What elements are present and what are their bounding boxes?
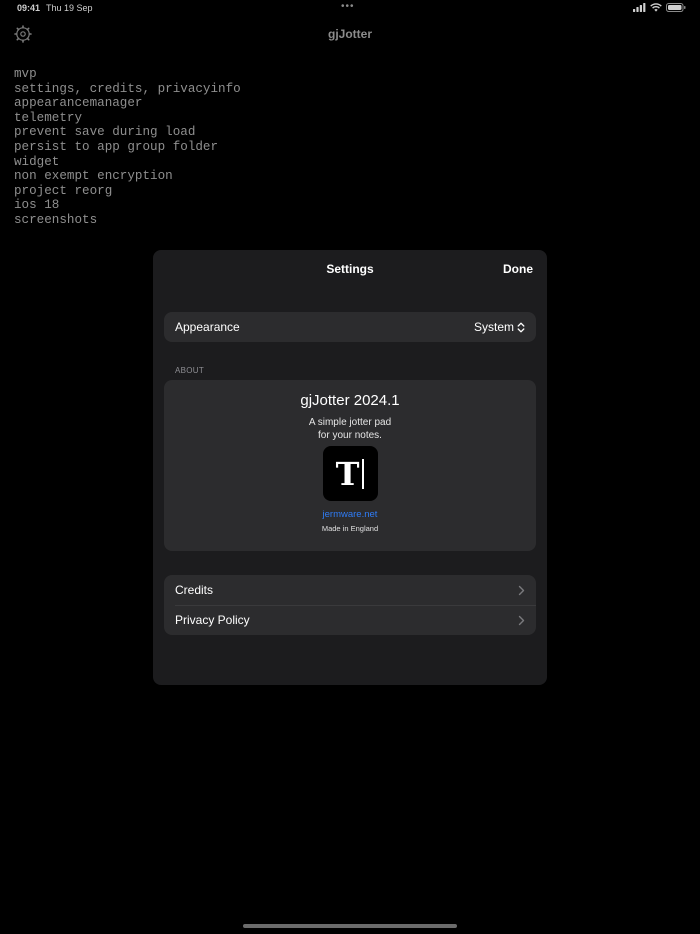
appearance-value: System bbox=[473, 320, 514, 334]
chevron-up-down-icon bbox=[517, 322, 525, 332]
about-app-name: gjJotter 2024.1 bbox=[300, 392, 400, 409]
note-line: ios 18 bbox=[14, 198, 60, 213]
note-line: appearancemanager bbox=[14, 96, 143, 111]
note-line: widget bbox=[14, 154, 60, 169]
done-button[interactable]: Done bbox=[503, 262, 533, 276]
note-line: prevent save during load bbox=[14, 125, 196, 140]
app-icon-letter: T bbox=[335, 454, 360, 493]
status-bar: 09:41 Thu 19 Sep ••• bbox=[0, 0, 700, 18]
note-text-area[interactable]: mvp settings, credits, privacyinfo appeara… bbox=[14, 67, 241, 228]
note-line: settings, credits, privacyinfo bbox=[14, 81, 241, 96]
about-section-header: ABOUT bbox=[175, 366, 205, 375]
signal-icon bbox=[633, 3, 646, 12]
app-icon-cursor bbox=[362, 458, 365, 489]
about-card: gjJotter 2024.1 A simple jotter pad for … bbox=[164, 380, 536, 551]
note-line: project reorg bbox=[14, 183, 113, 198]
note-line: mvp bbox=[14, 67, 37, 81]
credits-label: Credits bbox=[175, 583, 214, 597]
home-indicator[interactable] bbox=[243, 924, 457, 928]
status-time: 09:41 bbox=[17, 3, 41, 13]
settings-title: Settings bbox=[326, 262, 374, 276]
note-line: screenshots bbox=[14, 212, 98, 227]
app-title: gjJotter bbox=[327, 27, 372, 41]
status-icons bbox=[633, 3, 686, 12]
made-in-label: Made in England bbox=[321, 524, 379, 533]
battery-icon bbox=[666, 3, 686, 12]
website-link[interactable]: jermware.net bbox=[323, 509, 378, 520]
note-line: non exempt encryption bbox=[14, 169, 173, 184]
privacy-policy-label: Privacy Policy bbox=[175, 613, 250, 627]
credits-row[interactable]: Credits bbox=[164, 575, 536, 605]
appearance-row[interactable]: Appearance System bbox=[164, 312, 536, 342]
note-line: persist to app group folder bbox=[14, 139, 219, 154]
note-line: telemetry bbox=[14, 110, 83, 125]
status-date: Thu 19 Sep bbox=[46, 3, 93, 13]
chevron-right-icon bbox=[518, 585, 525, 595]
about-description: A simple jotter pad for your notes. bbox=[164, 416, 536, 442]
about-description-line2: for your notes. bbox=[318, 430, 382, 441]
privacy-policy-row[interactable]: Privacy Policy bbox=[164, 605, 536, 635]
wifi-icon bbox=[650, 3, 662, 12]
appearance-picker[interactable]: System bbox=[474, 320, 525, 334]
chevron-right-icon bbox=[518, 615, 525, 625]
links-group: Credits Privacy Policy bbox=[164, 575, 536, 635]
app-icon: T bbox=[322, 446, 378, 501]
appearance-label: Appearance bbox=[175, 320, 240, 334]
appearance-group: Appearance System bbox=[164, 312, 536, 342]
settings-sheet: Settings Done Appearance System ABOUT gj… bbox=[153, 250, 547, 685]
multitask-dots[interactable]: ••• bbox=[341, 2, 355, 12]
about-description-line1: A simple jotter pad bbox=[308, 417, 392, 428]
